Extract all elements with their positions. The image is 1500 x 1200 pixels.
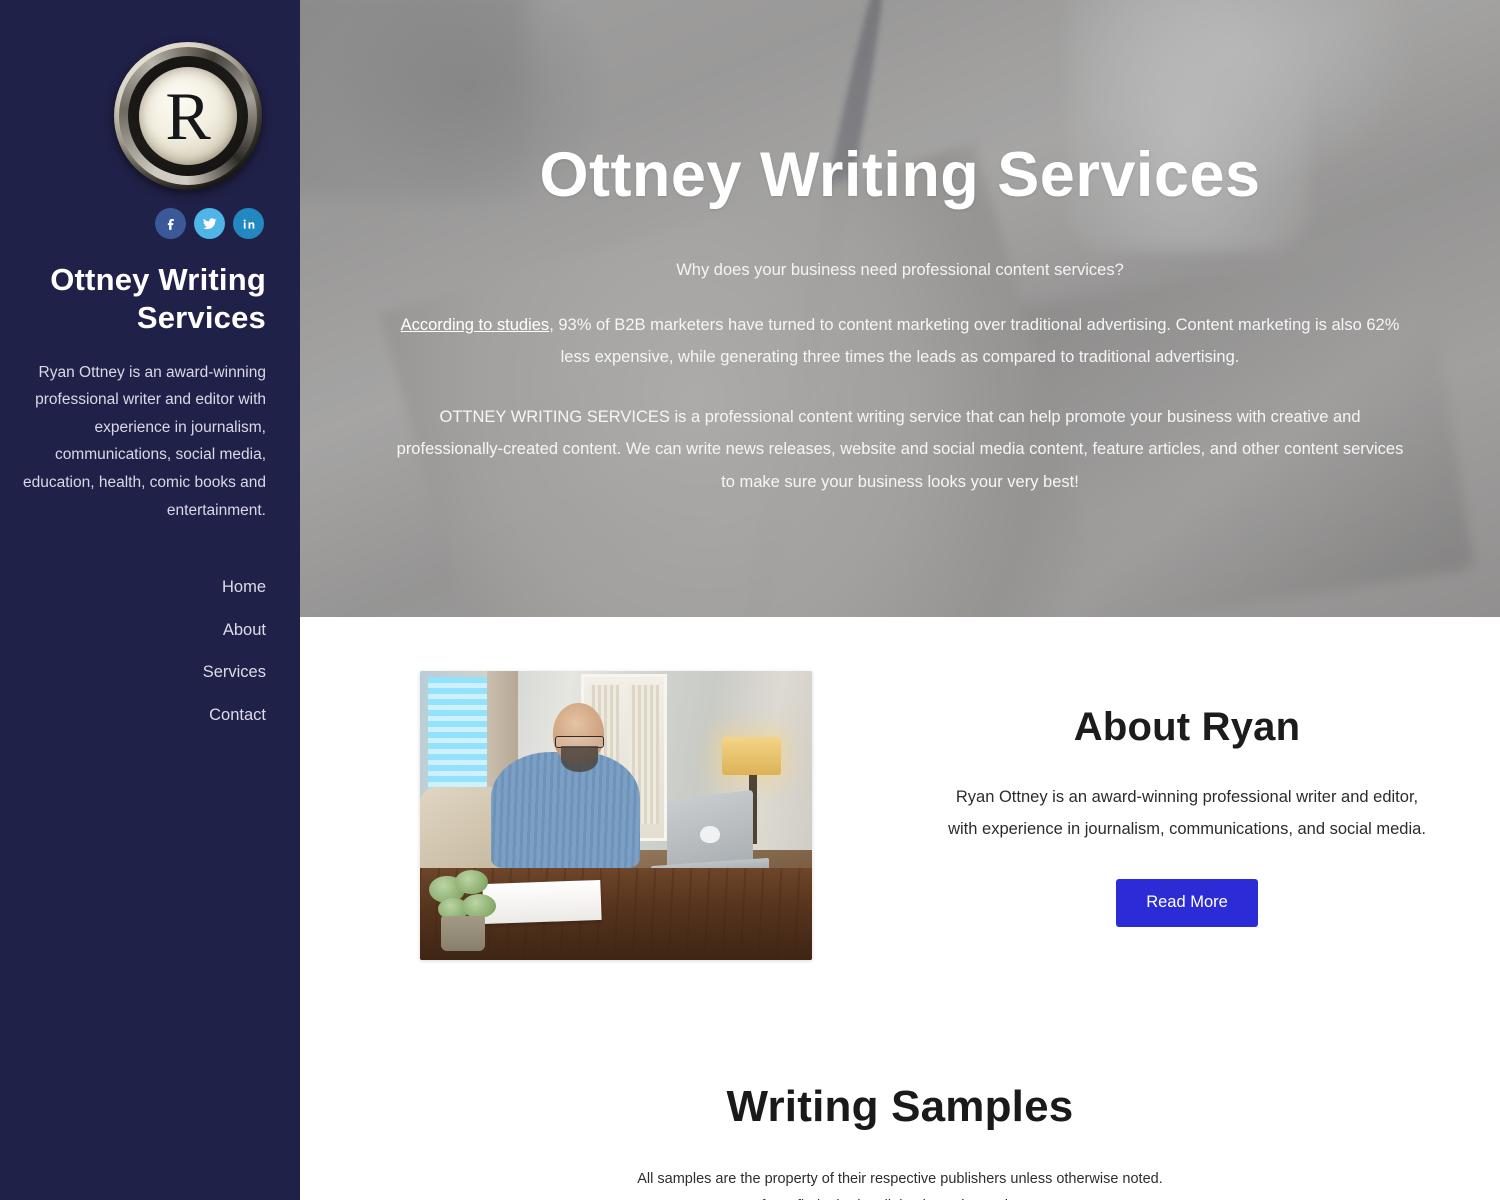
sidebar-item-contact[interactable]: Contact [20, 694, 266, 737]
writing-samples-title: Writing Samples [726, 1082, 1074, 1131]
sidebar-item-about[interactable]: About [20, 609, 266, 652]
hero-content: Ottney Writing Services Why does your bu… [395, 0, 1405, 498]
main-content: Ottney Writing Services Why does your bu… [300, 0, 1500, 1200]
photo-lamp [721, 737, 781, 776]
facebook-icon[interactable] [155, 208, 186, 239]
sidebar-item-home[interactable]: Home [20, 566, 266, 609]
page-root: R Ottney Writing Services Ryan Ottney is… [0, 0, 1500, 1200]
photo-leaf [455, 869, 489, 895]
hero-paragraph-2: OTTNEY WRITING SERVICES is a professiona… [396, 408, 1404, 491]
sidebar-nav: Home About Services Contact [20, 566, 266, 736]
photo-apple-logo-icon [700, 825, 720, 843]
according-to-studies-link[interactable]: According to studies [401, 316, 550, 334]
about-photo-column [300, 671, 920, 960]
writing-samples-note: All samples are the property of their re… [360, 1166, 1440, 1200]
photo-beard [561, 746, 599, 773]
hero-paragraph-1-rest: , 93% of B2B marketers have turned to co… [549, 315, 1400, 367]
about-text-column: About Ryan Ryan Ottney is an award-winni… [920, 671, 1500, 928]
twitter-icon[interactable] [194, 208, 225, 239]
samples-note-line1: All samples are the property of their re… [637, 1171, 1163, 1187]
sidebar-item-services[interactable]: Services [20, 651, 266, 694]
writing-samples-section: Writing Samples All samples are the prop… [300, 1082, 1500, 1200]
sidebar: R Ottney Writing Services Ryan Ottney is… [0, 0, 300, 1200]
photo-plant [424, 859, 502, 952]
hero-subtitle: Why does your business need professional… [676, 260, 1124, 279]
sidebar-brand-title: Ottney Writing Services [50, 262, 266, 335]
photo-plant-pot [441, 916, 486, 952]
logo-letter: R [165, 78, 211, 154]
photo-leaf [461, 894, 497, 919]
hero-paragraph-1: According to studies, 93% of B2B markete… [395, 309, 1405, 373]
about-title: About Ryan [1073, 705, 1301, 749]
linkedin-icon[interactable] [233, 208, 264, 239]
typewriter-key-icon[interactable]: R [114, 42, 262, 190]
sidebar-bio: Ryan Ottney is an award-winning professi… [23, 363, 266, 519]
about-body: Ryan Ottney is an award-winning professi… [948, 788, 1426, 839]
about-photo [420, 671, 812, 960]
key-face: R [139, 67, 237, 165]
social-links [20, 208, 266, 239]
about-section: About Ryan Ryan Ottney is an award-winni… [300, 617, 1500, 960]
hero-section: Ottney Writing Services Why does your bu… [300, 0, 1500, 617]
photo-person-body [490, 751, 640, 868]
logo-wrap: R [20, 0, 266, 190]
read-more-button[interactable]: Read More [1116, 879, 1258, 928]
hero-title: Ottney Writing Services [539, 140, 1261, 210]
